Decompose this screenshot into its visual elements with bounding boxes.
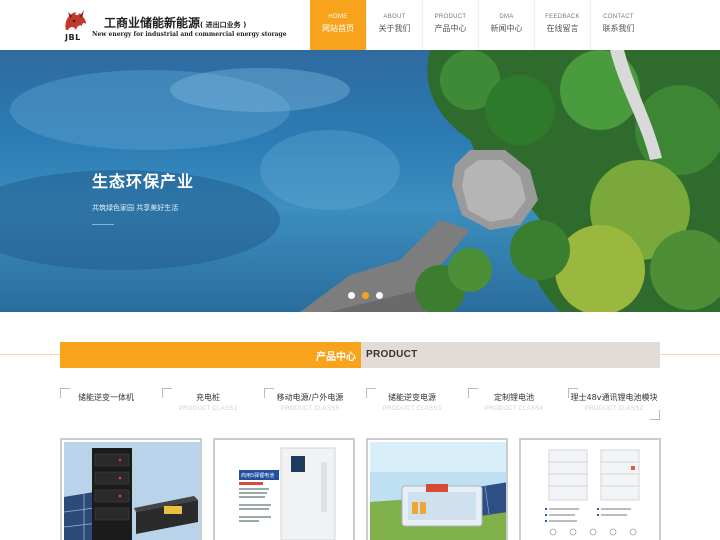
nav-about-en: ABOUT [383, 14, 406, 20]
product-image-battery-pack [370, 442, 506, 540]
product-card-1[interactable] [60, 438, 202, 540]
category-tab-1[interactable]: 储能逆变一体机 [60, 388, 152, 420]
banner-divider [92, 224, 114, 225]
product-cards: 商用5驿锂电池 [60, 438, 661, 540]
logo-title: 工商业储能新能源( 进出口业务 ) [104, 16, 247, 30]
category-name: 理士48v通讯锂电池模块 [570, 393, 658, 402]
nav-home-en: HOME [328, 14, 348, 20]
banner-title: 生态环保产业 [92, 172, 195, 191]
nav-news-cn: 新闻中心 [490, 24, 523, 33]
product-title-en-block: PRODUCT [361, 342, 660, 368]
nav-contact-en: CONTACT [603, 14, 634, 20]
category-en: PRODUCT CLASS2 [584, 406, 644, 412]
nav-contact-cn: 联系我们 [602, 24, 635, 33]
product-card-3[interactable] [366, 438, 508, 540]
category-name: 充电桩 [196, 393, 220, 402]
category-name: 储能逆变一体机 [78, 393, 134, 402]
nav-about-cn: 关于我们 [378, 24, 411, 33]
banner-subtitle: 共筑绿色家园 共享美好生活 [92, 204, 179, 212]
category-en: PRODUCT CLASS4 [484, 406, 544, 412]
hero-banner[interactable]: 生态环保产业 共筑绿色家园 共享美好生活 [0, 50, 720, 312]
page: JBL 工商业储能新能源( 进出口业务 ) New energy for ind… [0, 0, 720, 540]
category-tab-4[interactable]: 储能逆变电源 PRODUCT CLASS3 [366, 388, 458, 420]
category-tab-2[interactable]: 充电桩 PRODUCT CLASS1 [162, 388, 254, 420]
logo-jbl-text: JBL [65, 33, 81, 42]
category-name: 移动电源/户外电源 [276, 393, 344, 402]
site-header: JBL 工商业储能新能源( 进出口业务 ) New energy for ind… [0, 0, 720, 50]
nav-news[interactable]: DMA 新闻中心 [478, 0, 534, 50]
nav-feedback-cn: 在线留言 [546, 24, 579, 33]
product-title-cn-block: 产品中心 [60, 342, 361, 368]
category-name: 定制锂电池 [494, 393, 534, 402]
product-section-header: 产品中心 PRODUCT [60, 342, 660, 368]
logo-title-note: ( 进出口业务 ) [200, 21, 247, 29]
product-card-2[interactable]: 商用5驿锂电池 [213, 438, 355, 540]
category-en: PRODUCT CLASS5 [280, 406, 340, 412]
product-image-cabinet-battery: 商用5驿锂电池 [217, 442, 353, 540]
slider-dot-3[interactable] [376, 292, 383, 299]
slider-dots [348, 292, 383, 299]
product-title-cn: 产品中心 [316, 352, 356, 363]
nav-home[interactable]: HOME 网站首页 [310, 0, 366, 50]
nav-contact[interactable]: CONTACT 联系我们 [590, 0, 646, 50]
category-tab-3[interactable]: 移动电源/户外电源 PRODUCT CLASS5 [264, 388, 356, 420]
logo-subtitle: New energy for industrial and commercial… [92, 31, 287, 38]
category-tab-5[interactable]: 定制锂电池 PRODUCT CLASS4 [468, 388, 560, 420]
category-name: 储能逆变电源 [388, 393, 436, 402]
category-en: PRODUCT CLASS3 [382, 406, 442, 412]
product-card-4[interactable] [519, 438, 661, 540]
product-image-battery-modules [523, 442, 659, 540]
category-tab-6[interactable]: 理士48v通讯锂电池模块 PRODUCT CLASS2 [568, 388, 660, 420]
product-categories: 储能逆变一体机 充电桩 PRODUCT CLASS1 移动电源/户外电源 PRO… [60, 388, 660, 422]
logo[interactable]: JBL 工商业储能新能源( 进出口业务 ) New energy for ind… [62, 6, 287, 46]
slider-dot-1[interactable] [348, 292, 355, 299]
product-title-en: PRODUCT [366, 349, 418, 360]
main-nav: HOME 网站首页 ABOUT 关于我们 PRODUCT 产品中心 DMA 新闻… [310, 0, 646, 50]
card-badge-text: 商用5驿锂电池 [241, 472, 274, 479]
slider-dot-2[interactable] [362, 292, 369, 299]
category-en: PRODUCT CLASS1 [178, 406, 238, 412]
nav-home-cn: 网站首页 [322, 24, 354, 33]
nav-feedback[interactable]: FEEDBACK 在线留言 [534, 0, 590, 50]
nav-product-cn: 产品中心 [434, 24, 467, 33]
product-image-rack-battery [64, 442, 200, 540]
nav-about[interactable]: ABOUT 关于我们 [366, 0, 422, 50]
nav-feedback-en: FEEDBACK [545, 14, 580, 20]
nav-product-en: PRODUCT [434, 14, 467, 20]
nav-news-en: DMA [499, 14, 514, 20]
nav-product[interactable]: PRODUCT 产品中心 [422, 0, 478, 50]
